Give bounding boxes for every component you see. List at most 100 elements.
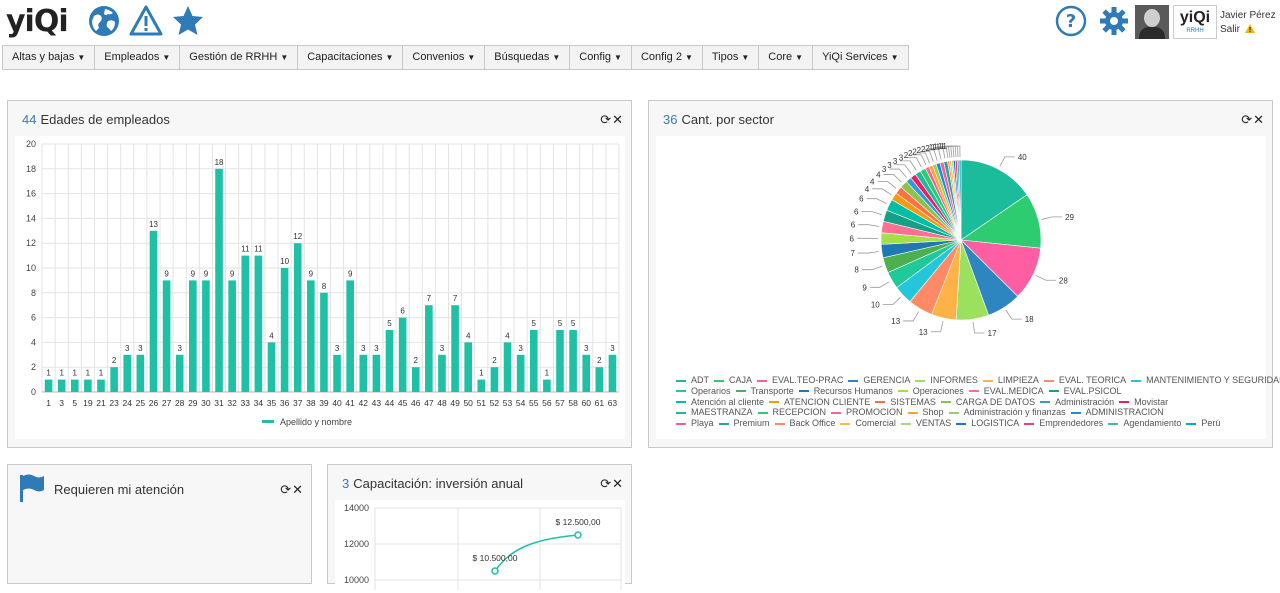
legend-label: PROMOCION [846, 407, 903, 417]
x-tick-label: 57 [555, 398, 565, 408]
nav-altas-y-bajas[interactable]: Altas y bajas▼ [3, 46, 95, 69]
legend-item[interactable]: Transporte [736, 386, 794, 396]
legend-item[interactable]: RECEPCION [758, 407, 827, 417]
nav-yiqi-services[interactable]: YiQi Services▼ [813, 46, 908, 69]
caret-down-icon: ▼ [685, 53, 693, 62]
legend-item[interactable]: EVAL.PSICOL [1049, 386, 1122, 396]
legend-label: Operarios [691, 386, 731, 396]
legend-row: Atención al cliente ATENCION CLIENTE SISTE… [676, 397, 1173, 407]
legend-item[interactable]: CARGA DE DATOS [941, 397, 1035, 407]
nav-core[interactable]: Core▼ [759, 46, 813, 69]
nav-label: Convenios [412, 51, 464, 63]
legend-item[interactable]: VENTAS [901, 418, 951, 428]
data-label: 4 [505, 331, 510, 340]
legend-item[interactable]: ADT [676, 375, 709, 385]
legend-item[interactable]: Operaciones [898, 386, 964, 396]
data-label: 11 [241, 245, 250, 254]
globe-icon[interactable] [87, 4, 121, 38]
gear-icon[interactable] [1099, 6, 1129, 36]
x-tick-label: 19 [83, 398, 93, 408]
legend-swatch [1108, 423, 1118, 425]
legend-item[interactable]: Movistar [1119, 397, 1168, 407]
legend-swatch [676, 412, 686, 414]
legend-item[interactable]: Atención al cliente [676, 397, 764, 407]
x-tick-label: 25 [136, 398, 146, 408]
legend-item[interactable]: Perú [1186, 418, 1220, 428]
nav-capacitaciones[interactable]: Capacitaciones▼ [298, 46, 403, 69]
data-label: 1 [479, 369, 484, 378]
nav-tipos[interactable]: Tipos▼ [703, 46, 759, 69]
legend-item[interactable]: EVAL.TEO-PRAC [757, 375, 843, 385]
refresh-icon[interactable]: ⟳ [600, 112, 611, 127]
close-icon[interactable]: ✕ [1253, 112, 1264, 127]
x-tick-label: 27 [162, 398, 172, 408]
legend-item[interactable]: Operarios [676, 386, 731, 396]
nav-label: Core [768, 51, 792, 63]
legend-item[interactable]: LOGISTICA [956, 418, 1019, 428]
legend-item[interactable]: PROMOCION [831, 407, 903, 417]
legend-item[interactable]: EVAL. TEORICA [1044, 375, 1126, 385]
legend-item[interactable]: INFORMES [915, 375, 978, 385]
legend-item[interactable]: Back Office [775, 418, 836, 428]
pie-leader-line [858, 252, 879, 254]
nav-config[interactable]: Config▼ [570, 46, 632, 69]
nav-convenios[interactable]: Convenios▼ [403, 46, 485, 69]
legend-label: INFORMES [930, 375, 978, 385]
ages-bar-chart: 0246810121416182011131511912122332432513… [15, 136, 625, 439]
data-label: 8 [322, 282, 327, 291]
legend-row: Operarios Transporte Recursos Humanos Opera… [676, 386, 1126, 396]
legend-item[interactable]: ADMINISTRACION [1071, 407, 1164, 417]
legend-item[interactable]: LIMPIEZA [983, 375, 1039, 385]
close-icon[interactable]: ✕ [612, 112, 623, 127]
nav-gestion-rrhh[interactable]: Gestión de RRHH▼ [180, 46, 298, 69]
y-tick-label: 12 [26, 238, 36, 248]
star-icon[interactable] [171, 4, 205, 38]
pie-leader-line [867, 199, 887, 204]
legend-item[interactable]: ATENCION CLIENTE [769, 397, 870, 407]
help-icon[interactable]: ? [1055, 5, 1087, 37]
legend-item[interactable]: Premium [719, 418, 770, 428]
legend-item[interactable]: GERENCIA [848, 375, 910, 385]
legend-item[interactable]: Emprendedores [1024, 418, 1103, 428]
legend-item[interactable]: Administración [1040, 397, 1114, 407]
legend-item[interactable]: Administración y finanzas [949, 407, 1066, 417]
nav-busquedas[interactable]: Búsquedas▼ [485, 46, 570, 69]
logout-link[interactable]: Salir [1220, 24, 1255, 35]
x-tick-label: 49 [450, 398, 460, 408]
legend-item[interactable]: Agendamiento [1108, 418, 1181, 428]
legend-item[interactable]: Playa [676, 418, 714, 428]
legend-item[interactable]: Shop [908, 407, 944, 417]
nav-config-2[interactable]: Config 2▼ [632, 46, 703, 69]
pie-data-label: 10 [871, 301, 880, 310]
legend-item[interactable]: Recursos Humanos [799, 386, 893, 396]
close-icon[interactable]: ✕ [612, 476, 623, 491]
nav-empleados[interactable]: Empleados▼ [95, 46, 180, 69]
pie-data-label: 9 [862, 283, 867, 292]
legend-item[interactable]: MANTENIMIENTO Y SEGURIDAD [1131, 375, 1280, 385]
app-logo[interactable]: yiQi [6, 4, 68, 39]
pie-leader-line [931, 321, 943, 332]
nav-label: Gestión de RRHH [189, 51, 277, 63]
panel-tools: ⟳✕ [1240, 112, 1264, 128]
logout-label[interactable]: Salir [1220, 24, 1240, 35]
refresh-icon[interactable]: ⟳ [1241, 112, 1252, 127]
legend-item[interactable]: MAESTRANZA [676, 407, 753, 417]
bar [307, 280, 315, 392]
legend-swatch [1024, 423, 1034, 425]
warning-icon[interactable] [129, 4, 163, 38]
legend-item[interactable]: EVAL.MEDICA [969, 386, 1044, 396]
data-label: 1 [545, 369, 550, 378]
close-icon[interactable]: ✕ [292, 482, 303, 497]
panel-title-text: Requieren mi atención [54, 482, 184, 497]
pie-data-label: 13 [891, 317, 900, 326]
refresh-icon[interactable]: ⟳ [600, 476, 611, 491]
legend-item[interactable]: Comercial [840, 418, 896, 428]
pie-data-label: 40 [1018, 153, 1027, 162]
legend-item[interactable]: CAJA [714, 375, 752, 385]
avatar[interactable] [1135, 5, 1169, 39]
bar [425, 305, 433, 392]
legend-item[interactable]: SISTEMAS [875, 397, 936, 407]
y-tick-label: 16 [26, 189, 36, 199]
refresh-icon[interactable]: ⟳ [280, 482, 291, 497]
panel-tools: ⟳✕ [599, 476, 623, 492]
